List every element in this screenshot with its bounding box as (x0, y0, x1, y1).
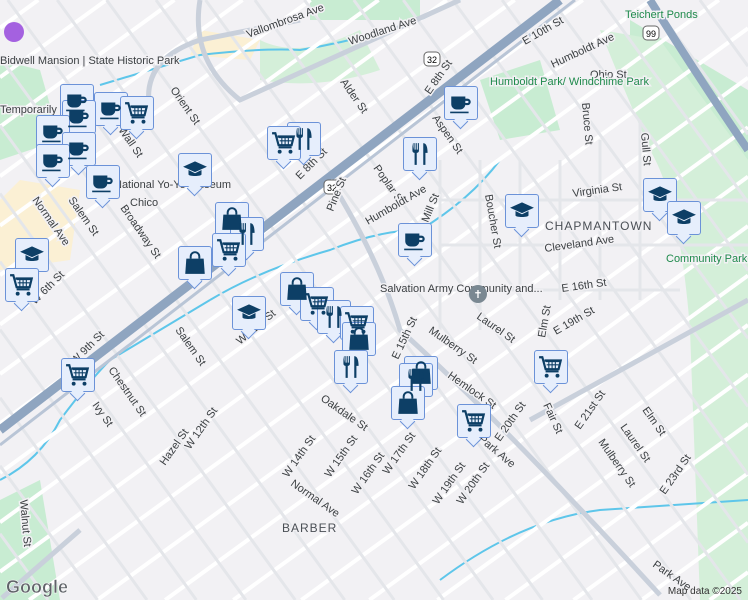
museum-icon (4, 22, 24, 42)
svg-text:Vallombrosa Ave: Vallombrosa Ave (245, 2, 326, 41)
svg-text:Elm St: Elm St (640, 405, 668, 438)
svg-text:E 19th St: E 19th St (552, 305, 597, 338)
svg-text:National Yo-Yo Museum: National Yo-Yo Museum (114, 179, 231, 191)
grocery-store-marker[interactable] (5, 268, 39, 302)
svg-text:BARBER: BARBER (282, 521, 337, 535)
grocery-store-marker[interactable] (457, 404, 491, 438)
shopping-marker[interactable] (391, 386, 425, 420)
route-99-shield: 99 (642, 25, 660, 41)
svg-text:Salvation Army Community and..: Salvation Army Community and... (380, 283, 543, 295)
svg-text:W 14th St: W 14th St (281, 433, 319, 479)
shopping-cart-icon (216, 237, 242, 263)
svg-text:W 16th St: W 16th St (350, 450, 388, 496)
grocery-store-marker[interactable] (120, 96, 154, 130)
svg-text:Bruce St: Bruce St (579, 102, 595, 145)
coffee-cup-icon (402, 227, 428, 253)
coffee-shop-marker[interactable] (398, 223, 432, 257)
fork-knife-icon (338, 354, 364, 380)
grocery-store-marker[interactable] (267, 126, 301, 160)
coffee-cup-icon (448, 90, 474, 116)
coffee-cup-icon (40, 148, 66, 174)
grocery-store-marker[interactable] (61, 358, 95, 392)
coffee-shop-marker[interactable] (36, 115, 70, 149)
svg-text:Humboldt Park/ Windchime Park: Humboldt Park/ Windchime Park (490, 76, 649, 88)
svg-text:Fair St: Fair St (540, 401, 565, 435)
map-attribution[interactable]: Map data ©2025 (668, 586, 742, 597)
svg-text:32: 32 (427, 55, 437, 65)
shopping-bag-icon (395, 390, 421, 416)
google-logo[interactable]: Google (6, 577, 69, 598)
svg-text:Normal Ave: Normal Ave (288, 478, 341, 520)
shopping-cart-icon (538, 354, 564, 380)
svg-text:E 23rd St: E 23rd St (658, 452, 694, 496)
coffee-cup-icon (66, 104, 92, 130)
school-marker[interactable] (178, 153, 212, 187)
school-marker[interactable] (232, 296, 266, 330)
shopping-cart-icon (65, 362, 91, 388)
svg-text:Salem St: Salem St (173, 325, 208, 368)
restaurant-marker[interactable] (403, 137, 437, 171)
cross-icon: ✝ (473, 289, 482, 301)
svg-text:99: 99 (646, 29, 656, 39)
svg-text:Humboldt Ave: Humboldt Ave (549, 31, 616, 71)
coffee-cup-icon (66, 136, 92, 162)
graduation-cap-icon (647, 182, 673, 208)
svg-text:CHAPMANTOWN: CHAPMANTOWN (545, 219, 652, 233)
coffee-shop-marker[interactable] (36, 144, 70, 178)
svg-text:Bidwell Mansion | State Histor: Bidwell Mansion | State Historic Park (0, 55, 180, 67)
grocery-store-marker[interactable] (534, 350, 568, 384)
coffee-cup-icon (90, 169, 116, 195)
fork-knife-icon (407, 141, 433, 167)
map-canvas[interactable]: 32 32 99 Vallombrosa Ave Woodland Ave E … (0, 0, 748, 600)
svg-text:Teichert Ponds: Teichert Ponds (625, 9, 698, 21)
shopping-bag-icon (346, 326, 372, 352)
svg-text:Community Park: Community Park (666, 253, 748, 265)
coffee-shop-marker[interactable] (86, 165, 120, 199)
svg-text:Chico: Chico (130, 197, 158, 209)
route-32-shield-1: 32 (423, 51, 441, 67)
svg-text:W 12th St: W 12th St (183, 405, 221, 451)
school-marker[interactable] (15, 238, 49, 272)
school-marker[interactable] (667, 201, 701, 235)
shopping-cart-icon (124, 100, 150, 126)
coffee-shop-marker[interactable] (444, 86, 478, 120)
shopping-marker[interactable] (342, 322, 376, 356)
shopping-cart-icon (271, 130, 297, 156)
graduation-cap-icon (236, 300, 262, 326)
coffee-shop-marker[interactable] (62, 132, 96, 166)
svg-text:Oakdale St: Oakdale St (318, 393, 369, 434)
graduation-cap-icon (509, 198, 535, 224)
coffee-shop-marker[interactable] (62, 100, 96, 134)
shopping-marker[interactable] (178, 246, 212, 280)
school-marker[interactable] (505, 194, 539, 228)
coffee-cup-icon (98, 96, 124, 122)
restaurant-marker[interactable] (334, 350, 368, 384)
graduation-cap-icon (671, 205, 697, 231)
shopping-bag-icon (182, 250, 208, 276)
coffee-cup-icon (40, 119, 66, 145)
graduation-cap-icon (19, 242, 45, 268)
graduation-cap-icon (182, 157, 208, 183)
grocery-store-marker[interactable] (212, 233, 246, 267)
shopping-cart-icon (9, 272, 35, 298)
coffee-shop-marker[interactable] (94, 92, 128, 126)
shopping-cart-icon (461, 408, 487, 434)
